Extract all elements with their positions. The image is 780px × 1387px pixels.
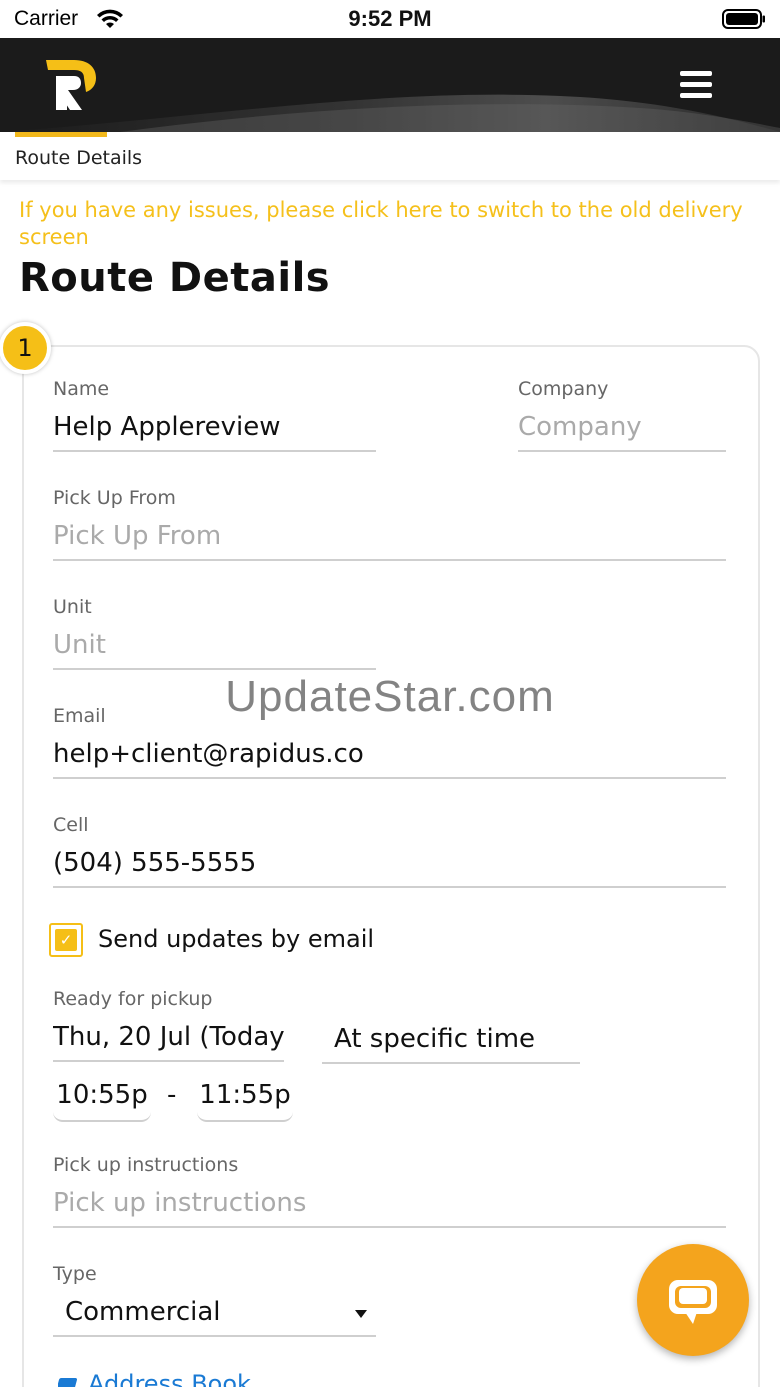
header-background-swoosh	[0, 94, 780, 132]
unit-label: Unit	[53, 596, 92, 618]
company-field[interactable]: Company Company	[518, 378, 726, 452]
old-screen-notice-link[interactable]: If you have any issues, please click her…	[19, 197, 764, 251]
watermark: UpdateStar.com	[225, 672, 555, 721]
address-book-icon	[58, 1378, 77, 1387]
time-from-input[interactable]: 10:55p	[53, 1072, 151, 1122]
pickup-date-select[interactable]: Thu, 20 Jul (Today)	[53, 1022, 284, 1058]
app-logo[interactable]	[44, 58, 100, 112]
chat-button[interactable]	[637, 1244, 749, 1356]
type-label: Type	[53, 1263, 97, 1285]
breadcrumb-label[interactable]: Route Details	[15, 147, 142, 169]
type-underline	[53, 1335, 376, 1337]
time-to-input[interactable]: 11:55p	[197, 1072, 293, 1122]
hamburger-menu-icon[interactable]	[680, 71, 712, 99]
cell-label: Cell	[53, 814, 89, 836]
email-underline	[53, 777, 726, 779]
name-field[interactable]: Name Help Applereview	[53, 378, 376, 452]
pickup-instructions-input[interactable]: Pick up instructions	[53, 1188, 726, 1224]
address-book-link[interactable]: Address Book	[58, 1370, 251, 1387]
name-underline	[53, 450, 376, 452]
pickup-from-underline	[53, 559, 726, 561]
type-select[interactable]: Commercial	[53, 1297, 376, 1333]
time-range-separator: -	[167, 1080, 177, 1110]
checkmark-icon: ✓	[55, 929, 77, 951]
send-updates-label[interactable]: Send updates by email	[98, 925, 374, 953]
chat-bubble-icon	[669, 1280, 717, 1324]
cell-field[interactable]: Cell (504) 555-5555	[53, 814, 726, 888]
breadcrumb: Route Details	[0, 132, 780, 180]
cell-input[interactable]: (504) 555-5555	[53, 848, 726, 884]
cell-underline	[53, 886, 726, 888]
unit-underline	[53, 668, 376, 670]
pickup-from-input[interactable]: Pick Up From	[53, 521, 726, 557]
pickup-from-label: Pick Up From	[53, 487, 176, 509]
active-tab-indicator	[15, 132, 107, 137]
company-label: Company	[518, 378, 609, 400]
company-input[interactable]: Company	[518, 412, 726, 448]
status-bar: Carrier 9:52 PM	[0, 0, 780, 38]
pickup-from-field[interactable]: Pick Up From Pick Up From	[53, 487, 726, 561]
chevron-down-icon[interactable]	[355, 1310, 367, 1318]
unit-field[interactable]: Unit Unit	[53, 596, 376, 670]
address-book-label: Address Book	[88, 1370, 251, 1387]
pickup-instructions-field[interactable]: Pick up instructions Pick up instruction…	[53, 1154, 726, 1228]
step-number-badge: 1	[0, 322, 51, 374]
send-updates-checkbox[interactable]: ✓	[49, 923, 83, 957]
ready-for-pickup-label: Ready for pickup	[53, 988, 213, 1010]
page-title: Route Details	[19, 255, 331, 301]
email-input[interactable]: help+client@rapidus.co	[53, 739, 726, 775]
unit-input[interactable]: Unit	[53, 630, 376, 666]
pickup-mode-underline	[322, 1062, 580, 1064]
app-header	[0, 38, 780, 132]
pickup-date-underline	[53, 1060, 284, 1062]
pickup-mode-field[interactable]: At specific time	[322, 1024, 580, 1064]
clock: 9:52 PM	[348, 6, 432, 31]
type-field[interactable]: Type Commercial	[53, 1263, 376, 1337]
name-label: Name	[53, 378, 110, 400]
pickup-instructions-label: Pick up instructions	[53, 1154, 239, 1176]
company-underline	[518, 450, 726, 452]
pickup-mode-select[interactable]: At specific time	[322, 1024, 580, 1060]
name-input[interactable]: Help Applereview	[53, 412, 376, 448]
pickup-date-field[interactable]: Ready for pickup Thu, 20 Jul (Today)	[53, 988, 284, 1062]
pickup-instructions-underline	[53, 1226, 726, 1228]
battery-icon	[722, 9, 765, 29]
